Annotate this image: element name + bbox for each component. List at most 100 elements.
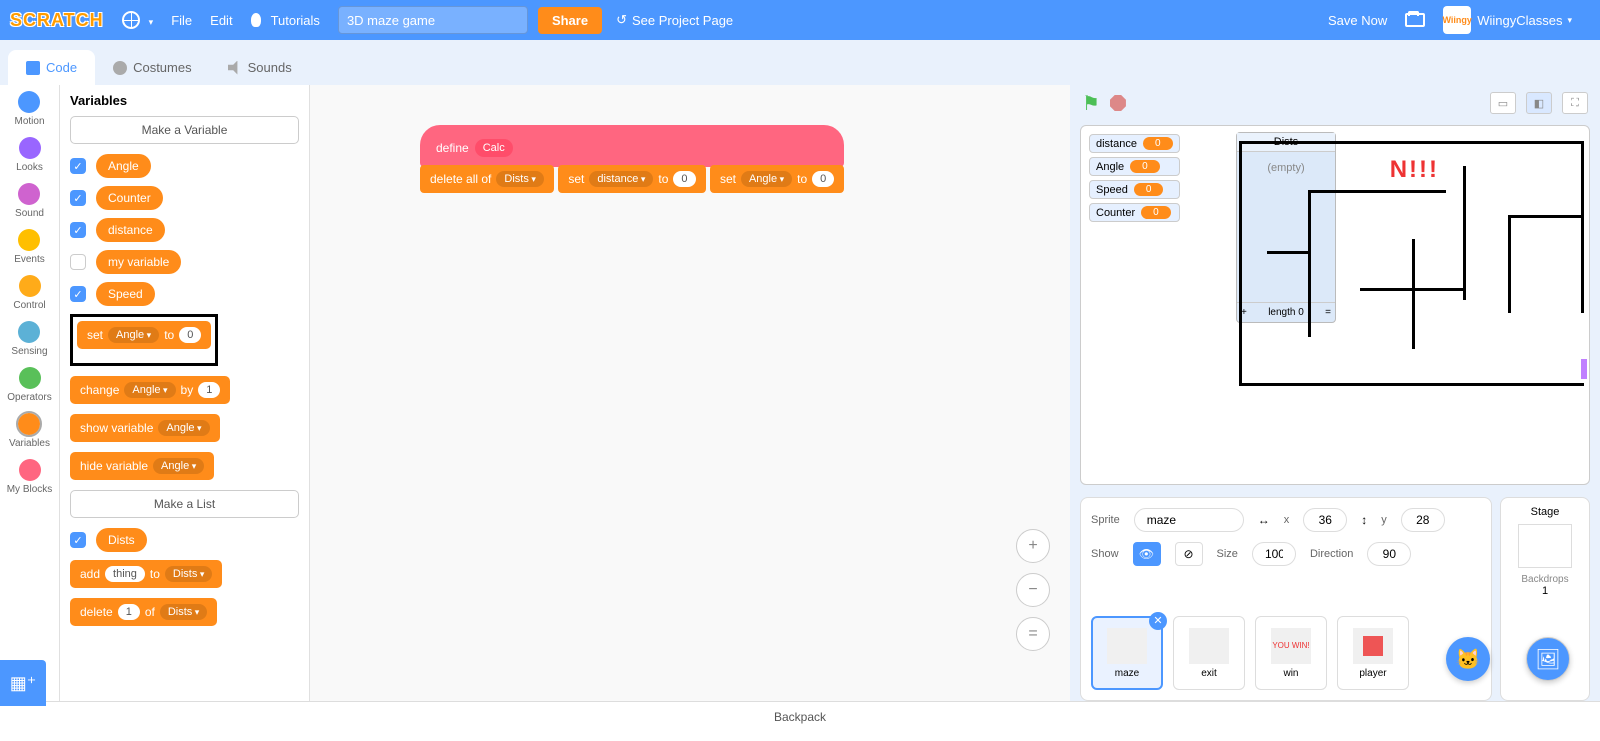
account-menu[interactable]: WiingyClasses xyxy=(1477,13,1572,28)
zoom-in-button[interactable]: + xyxy=(1016,529,1050,563)
delete-sprite-button[interactable]: ✕ xyxy=(1149,612,1167,630)
variable-dropdown[interactable]: distance xyxy=(589,171,653,187)
add-extension-button[interactable]: ▦⁺ xyxy=(0,660,46,706)
direction-input[interactable] xyxy=(1367,542,1411,566)
category-sensing[interactable]: Sensing xyxy=(11,321,47,357)
visible-button[interactable]: 👁 xyxy=(1133,542,1161,566)
value-input[interactable]: 1 xyxy=(118,604,140,620)
define-hat-block[interactable]: define Calc xyxy=(420,125,844,167)
save-now[interactable]: Save Now xyxy=(1328,13,1387,28)
variable-reporter[interactable]: Counter xyxy=(96,186,163,210)
x-input[interactable] xyxy=(1303,508,1347,532)
edit-menu[interactable]: Edit xyxy=(210,13,232,28)
zoom-reset-button[interactable]: = xyxy=(1016,617,1050,651)
value-input[interactable]: thing xyxy=(105,566,145,582)
set-distance-block[interactable]: set distance to 0 xyxy=(558,165,705,193)
tutorials-button[interactable]: Tutorials xyxy=(251,13,320,28)
variable-reporter[interactable]: Speed xyxy=(96,282,155,306)
list-dropdown[interactable]: Dists xyxy=(165,566,212,582)
zoom-out-button[interactable]: − xyxy=(1016,573,1050,607)
sprite-tile-win[interactable]: YOU WIN!win xyxy=(1255,616,1327,690)
variable-checkbox[interactable]: ✓ xyxy=(70,254,86,270)
tab-sounds[interactable]: Sounds xyxy=(210,50,310,85)
script-stack[interactable]: define Calc delete all of Dists set dist… xyxy=(420,125,844,203)
stage[interactable]: distance0Angle0Speed0Counter0 Dists (emp… xyxy=(1080,125,1590,485)
variable-checkbox[interactable]: ✓ xyxy=(70,222,86,238)
category-sound[interactable]: Sound xyxy=(15,183,44,219)
scratch-logo[interactable]: SCRATCH xyxy=(10,10,104,31)
list-dropdown[interactable]: Dists xyxy=(496,171,543,187)
show-variable-block[interactable]: show variable Angle xyxy=(70,414,220,442)
variable-dropdown[interactable]: Angle xyxy=(124,382,175,398)
hide-variable-block[interactable]: hide variable Angle xyxy=(70,452,214,480)
make-list-button[interactable]: Make a List xyxy=(70,490,299,518)
small-stage-button[interactable]: ▭ xyxy=(1490,92,1516,114)
hidden-button[interactable]: ⊘ xyxy=(1175,542,1203,566)
value-input[interactable]: 1 xyxy=(198,382,220,398)
sprite-tile-maze[interactable]: maze✕ xyxy=(1091,616,1163,690)
variable-dropdown[interactable]: Angle xyxy=(158,420,209,436)
variable-dropdown[interactable]: Angle xyxy=(108,327,159,343)
project-title-input[interactable] xyxy=(338,6,528,34)
variable-reporter[interactable]: Angle xyxy=(96,154,151,178)
variable-checkbox[interactable]: ✓ xyxy=(70,158,86,174)
sprite-name-input[interactable] xyxy=(1134,508,1244,532)
variable-reporter[interactable]: my variable xyxy=(96,250,181,274)
language-menu[interactable] xyxy=(122,11,154,29)
green-flag-button[interactable]: ⚑ xyxy=(1082,91,1100,116)
stop-button[interactable] xyxy=(1110,95,1126,111)
variable-monitor[interactable]: Speed0 xyxy=(1089,180,1180,199)
value-input[interactable]: 0 xyxy=(673,171,695,187)
scripts-workspace[interactable]: define Calc delete all of Dists set dist… xyxy=(310,85,1070,701)
large-stage-button[interactable]: ◧ xyxy=(1526,92,1552,114)
category-my-blocks[interactable]: My Blocks xyxy=(7,459,53,495)
variable-checkbox[interactable]: ✓ xyxy=(70,190,86,206)
variable-monitor[interactable]: Counter0 xyxy=(1089,203,1180,222)
value-input[interactable]: 0 xyxy=(812,171,834,187)
list-checkbox[interactable]: ✓ xyxy=(70,532,86,548)
set-variable-block[interactable]: set Angle to 0 xyxy=(77,321,211,349)
category-events[interactable]: Events xyxy=(14,229,45,265)
block-label: of xyxy=(145,605,155,619)
set-angle-block[interactable]: set Angle to 0 xyxy=(710,165,844,193)
backdrop-thumbnail[interactable] xyxy=(1518,524,1572,568)
backpack[interactable]: Backpack xyxy=(0,701,1600,731)
category-looks[interactable]: Looks xyxy=(16,137,43,173)
add-backdrop-button[interactable]: 🖼 xyxy=(1526,637,1570,681)
direction-label: Direction xyxy=(1310,548,1353,560)
variable-dropdown[interactable]: Angle xyxy=(741,171,792,187)
size-input[interactable] xyxy=(1252,542,1296,566)
add-sprite-button[interactable]: 🐱 xyxy=(1446,637,1490,681)
change-variable-block[interactable]: change Angle by 1 xyxy=(70,376,230,404)
variable-checkbox[interactable]: ✓ xyxy=(70,286,86,302)
category-motion[interactable]: Motion xyxy=(14,91,44,127)
make-variable-button[interactable]: Make a Variable xyxy=(70,116,299,144)
mystuff[interactable] xyxy=(1405,13,1425,27)
list-dropdown[interactable]: Dists xyxy=(160,604,207,620)
variable-dropdown[interactable]: Angle xyxy=(153,458,204,474)
stage-title: Stage xyxy=(1531,506,1560,518)
y-input[interactable] xyxy=(1401,508,1445,532)
tab-costumes[interactable]: Costumes xyxy=(95,50,210,85)
list-reporter[interactable]: Dists xyxy=(96,528,147,552)
variable-monitor[interactable]: Angle0 xyxy=(1089,157,1180,176)
fullscreen-button[interactable]: ⛶ xyxy=(1562,92,1588,114)
variable-monitor[interactable]: distance0 xyxy=(1089,134,1180,153)
see-project-page[interactable]: ↺See Project Page xyxy=(616,12,733,28)
category-control[interactable]: Control xyxy=(13,275,45,311)
sprite-thumbnail: YOU WIN! xyxy=(1271,628,1311,664)
value-input[interactable]: 0 xyxy=(179,327,201,343)
category-operators[interactable]: Operators xyxy=(7,367,51,403)
sprite-tile-exit[interactable]: exit xyxy=(1173,616,1245,690)
add-to-list-block[interactable]: add thing to Dists xyxy=(70,560,222,588)
sprite-tile-player[interactable]: player xyxy=(1337,616,1409,690)
delete-all-block[interactable]: delete all of Dists xyxy=(420,165,554,193)
category-variables[interactable]: Variables xyxy=(9,413,50,449)
tab-code[interactable]: Code xyxy=(8,50,95,85)
share-button[interactable]: Share xyxy=(538,7,602,34)
category-dot xyxy=(19,367,41,389)
variable-reporter[interactable]: distance xyxy=(96,218,165,242)
block-label: to xyxy=(658,172,668,186)
file-menu[interactable]: File xyxy=(171,13,192,28)
delete-of-list-block[interactable]: delete 1 of Dists xyxy=(70,598,217,626)
